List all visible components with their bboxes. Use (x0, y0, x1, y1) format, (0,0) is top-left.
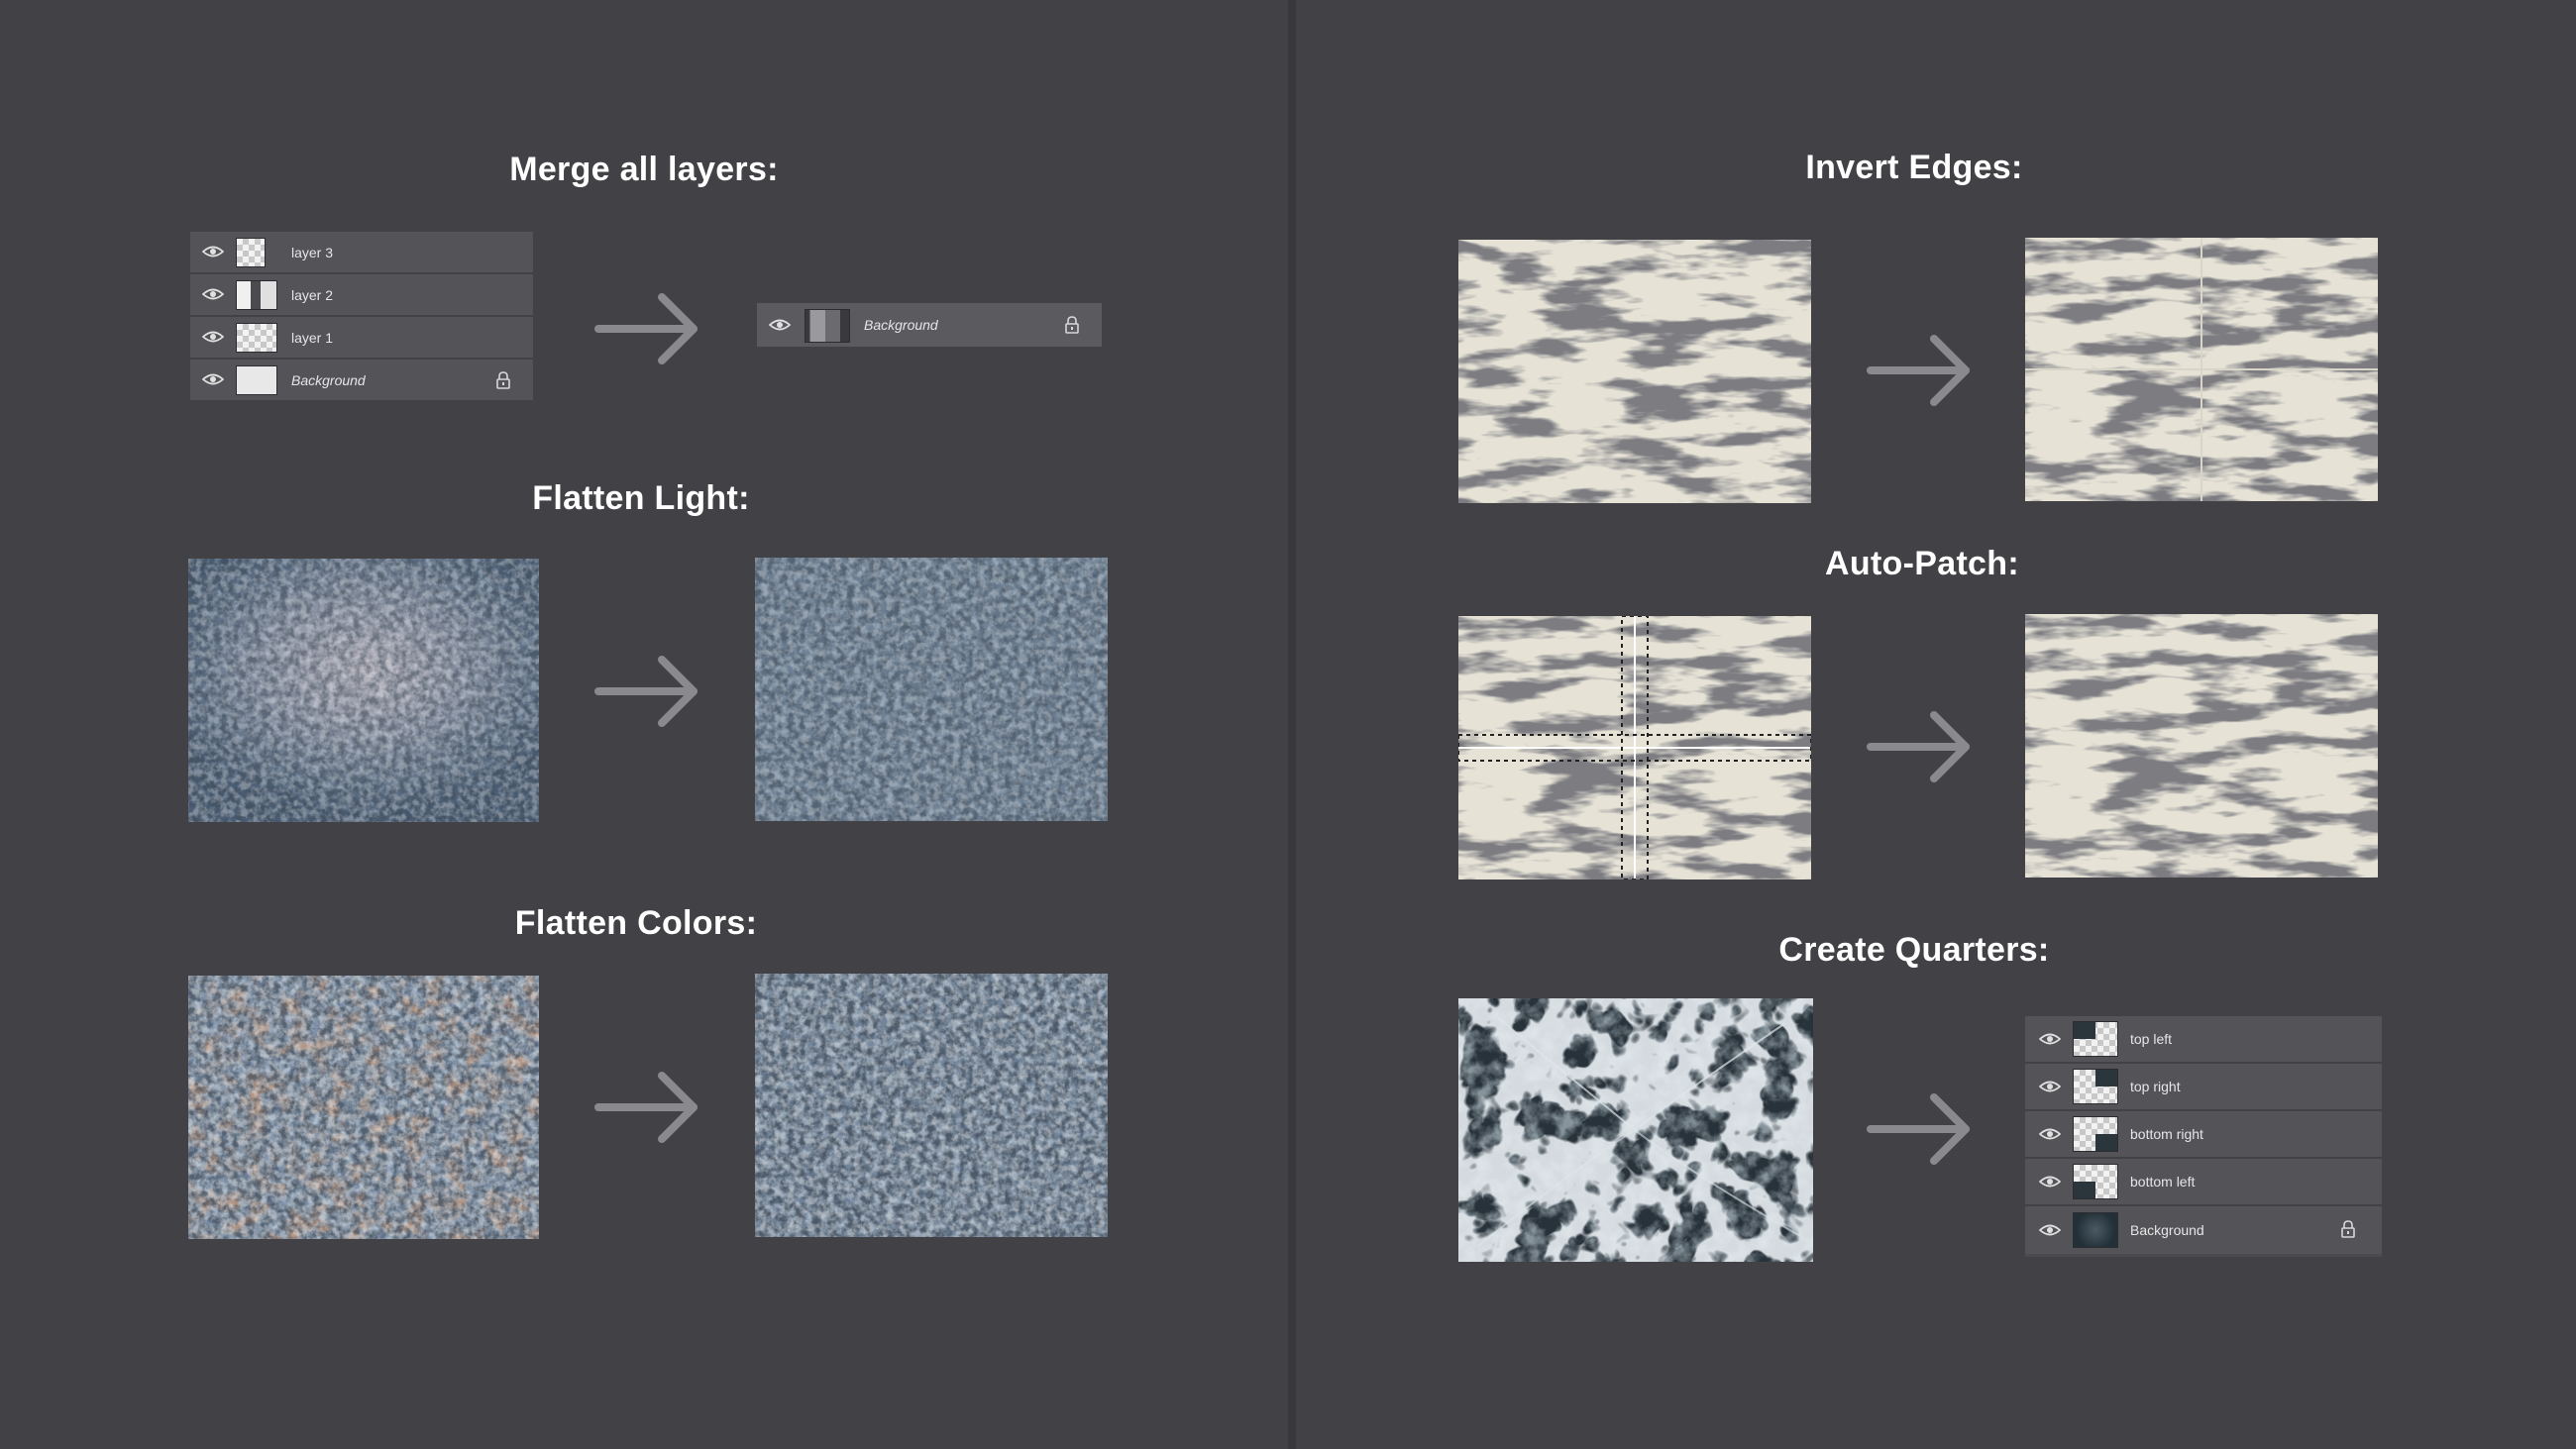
layer-name: bottom left (2130, 1174, 2196, 1190)
eye-icon[interactable] (2039, 1127, 2061, 1141)
auto-patch-title: Auto-Patch: (1825, 545, 2019, 582)
arrow-right-icon (594, 652, 703, 731)
layer-row[interactable]: layer 2 (190, 274, 533, 317)
layer-name: Background (864, 317, 938, 333)
eye-icon[interactable] (2039, 1032, 2061, 1046)
texture-after-flatten-colors (755, 974, 1108, 1237)
layer-thumbnail (236, 365, 277, 395)
texture-after-auto-patch (2025, 614, 2378, 878)
eye-icon[interactable] (202, 245, 224, 259)
layer-row[interactable]: Background (2025, 1206, 2382, 1254)
layer-row[interactable]: bottom right (2025, 1111, 2382, 1159)
layer-name: layer 3 (291, 245, 334, 260)
layer-name: layer 2 (291, 287, 334, 303)
layer-thumbnail (2073, 1164, 2118, 1199)
texture-before-auto-patch (1458, 616, 1811, 880)
layer-name: top left (2130, 1031, 2173, 1047)
eye-icon[interactable] (2039, 1175, 2061, 1189)
create-quarters-title: Create Quarters: (1778, 931, 2050, 969)
eye-icon[interactable] (2039, 1080, 2061, 1093)
layer-name: bottom right (2130, 1126, 2203, 1142)
flatten-light-title: Flatten Light: (532, 479, 750, 517)
eye-icon[interactable] (769, 318, 791, 332)
layer-thumbnail (236, 238, 266, 267)
eye-icon[interactable] (2039, 1223, 2061, 1237)
layer-thumbnail (2073, 1212, 2118, 1248)
texture-before-create-quarters (1458, 998, 1813, 1262)
layer-name: Background (291, 372, 366, 388)
eye-icon[interactable] (202, 372, 224, 386)
layer-row[interactable]: Background (190, 360, 533, 402)
eye-icon[interactable] (202, 330, 224, 344)
arrow-right-icon (1867, 707, 1976, 786)
layer-thumbnail (805, 309, 850, 343)
layer-thumbnail (236, 280, 277, 310)
invert-edges-title: Invert Edges: (1805, 149, 2023, 186)
layers-panel-merged: Background (757, 303, 1102, 347)
merge-title: Merge all layers: (509, 151, 779, 188)
lock-icon (1065, 316, 1079, 334)
arrow-right-icon (594, 289, 703, 368)
arrow-right-icon (1867, 1089, 1976, 1169)
layer-name: layer 1 (291, 330, 334, 346)
texture-after-invert-edges (2025, 238, 2378, 501)
texture-before-flatten-colors (188, 976, 539, 1239)
layer-row[interactable]: layer 1 (190, 317, 533, 360)
layer-thumbnail (2073, 1069, 2118, 1104)
layer-thumbnail (236, 323, 277, 353)
lock-icon (496, 371, 510, 389)
layer-name: Background (2130, 1222, 2204, 1238)
flatten-colors-title: Flatten Colors: (514, 904, 758, 942)
texture-before-flatten-light (188, 559, 539, 822)
texture-before-invert-edges (1458, 240, 1811, 503)
layer-thumbnail (2073, 1021, 2118, 1057)
layer-thumbnail (2073, 1116, 2118, 1152)
lock-icon (2341, 1220, 2355, 1238)
layer-row[interactable]: layer 3 (190, 232, 533, 274)
layers-panel-merge: layer 3 layer 2 layer 1 Background (190, 232, 533, 402)
layer-row[interactable]: top right (2025, 1064, 2382, 1111)
center-divider (1288, 0, 1296, 1449)
layer-row[interactable]: top left (2025, 1016, 2382, 1064)
layer-row[interactable]: bottom left (2025, 1159, 2382, 1206)
arrow-right-icon (594, 1068, 703, 1147)
eye-icon[interactable] (202, 287, 224, 301)
arrow-right-icon (1867, 331, 1976, 410)
layer-row[interactable]: Background (757, 303, 1102, 347)
texture-after-flatten-light (755, 558, 1108, 821)
layer-name: top right (2130, 1079, 2181, 1094)
layers-panel-quarters: top left top right bottom right bottom l… (2025, 1016, 2382, 1257)
